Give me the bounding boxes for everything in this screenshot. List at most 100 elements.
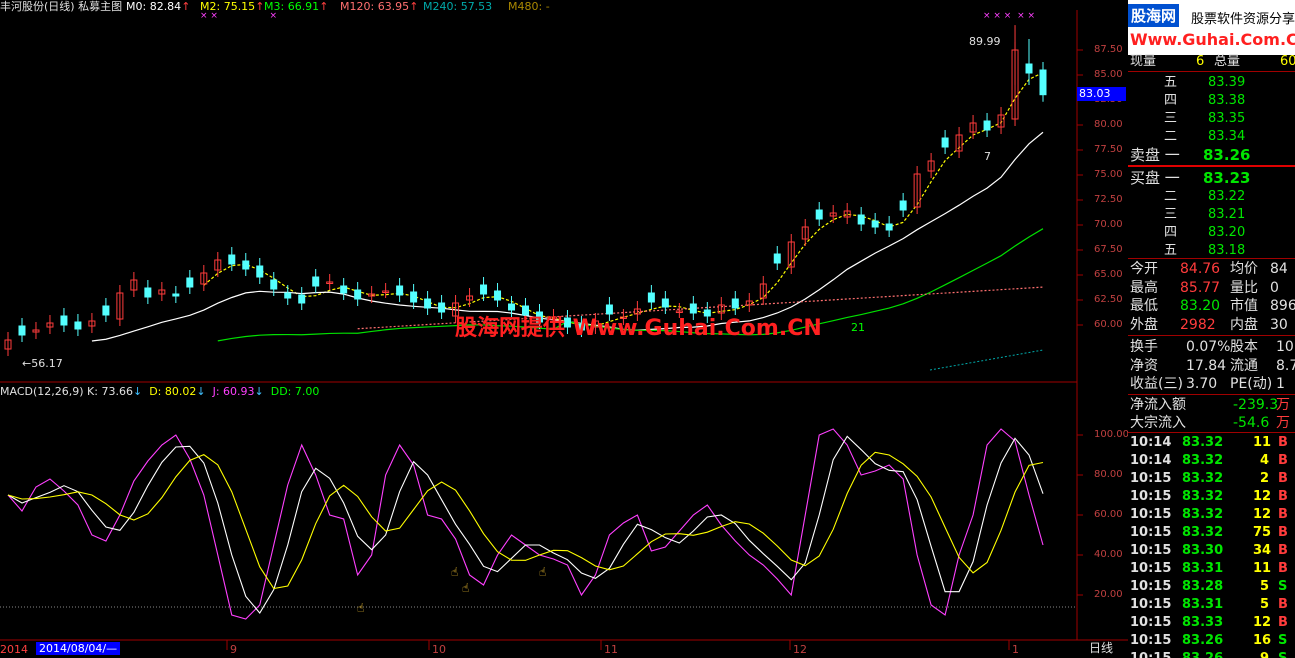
stat-value: 84.76 [1180,261,1221,277]
tick-side: B [1278,435,1288,450]
candle-body [731,298,739,309]
stat-label: 今开 [1130,261,1158,277]
tick-time: 10:15 [1130,489,1172,504]
tick-time: 10:15 [1130,561,1172,576]
date-cursor: 2014/08/04/— [36,642,121,655]
logo-slogan: 股票软件资源分享 [1191,12,1295,27]
stat-label: 换手 [1130,339,1158,355]
order-row: 四 83.20 [1128,224,1295,242]
tick-row: 10:14 83.32 11 B [1128,434,1295,452]
tick-volume: 16 [1253,633,1272,648]
price-tick: 72.50 [1094,194,1123,205]
candle-body [186,277,194,288]
candle-body [1039,69,1047,96]
month-label: 11 [604,643,618,656]
up-arrow-icon: ↑ [319,0,329,13]
candle-body [312,276,320,287]
order-price: 83.21 [1208,207,1246,222]
candle-body [647,292,655,303]
ma-label: M240: 57.53 [423,0,493,13]
hand-marker-icon: ☝ [539,565,547,579]
candle-body [941,137,949,148]
tick-price: 83.32 [1182,453,1224,468]
mark-x: × × × [200,11,277,21]
flow-unit: 万 [1276,397,1290,413]
tick-row: 10:15 83.26 16 S [1128,632,1295,650]
tick-time: 10:15 [1130,579,1172,594]
order-level: 五 [1164,75,1178,90]
order-level: 二 [1164,129,1178,144]
macd-tick: 80.00 [1094,469,1123,480]
macd-tick: 100.00 [1094,429,1129,440]
tick-price: 83.31 [1182,561,1224,576]
price-tick: 65.00 [1094,269,1123,280]
tick-time: 10:15 [1130,471,1172,486]
order-price: 83.38 [1208,93,1246,108]
tick-price: 83.32 [1182,435,1224,450]
tick-side: B [1278,453,1288,468]
tick-price: 83.32 [1182,489,1224,504]
price-tick: 77.50 [1094,144,1123,155]
tick-volume: 2 [1260,471,1270,486]
tick-price: 83.28 [1182,579,1224,594]
low-label: ←56.17 [22,357,63,370]
tick-volume: 11 [1253,435,1272,450]
tick-time: 10:15 [1130,543,1172,558]
stat-row: 今开 84.76 均价 84 [1128,260,1295,278]
candle-body [871,220,879,228]
tick-time: 10:15 [1130,597,1172,612]
stat-row: 收益(三) 3.70 PE(动) 1 [1128,375,1295,393]
stat-value: 896. [1270,298,1295,314]
tick-row: 10:15 83.32 12 B [1128,488,1295,506]
tick-price: 83.30 [1182,543,1224,558]
tick-volume: 34 [1253,543,1272,558]
tick-volume: 12 [1253,507,1272,522]
stat-row: 换手 0.07%股本 10. [1128,338,1295,356]
stat-value: 30 [1270,316,1288,333]
tick-side: B [1278,507,1288,522]
tick-price: 83.32 [1182,507,1224,522]
month-label: 10 [432,643,446,656]
month-label: 12 [793,643,807,656]
candle-body [18,325,26,336]
candle-body [410,291,418,303]
tick-row: 10:15 83.32 12 B [1128,506,1295,524]
tick-time: 10:14 [1130,435,1172,450]
stat-label: 收益(三) [1130,376,1183,392]
tick-price: 83.33 [1182,615,1224,630]
stat-row: 外盘 2982 内盘 30 [1128,316,1295,334]
stat-label: 量比 [1230,279,1258,296]
stat-label: 流通 [1230,357,1258,374]
order-level: 三 [1164,111,1178,126]
stat-value: 10. [1276,339,1295,355]
price-tick: 70.00 [1094,219,1123,230]
period-button[interactable]: 日线 [1089,642,1113,655]
candle-body [983,120,991,131]
tick-side: S [1278,633,1288,648]
order-row: 四 83.38 [1128,92,1295,110]
order-level: 三 [1164,207,1178,222]
tick-row: 10:14 83.32 4 B [1128,452,1295,470]
mark-x-right: × × × × × [983,11,1036,21]
flow-label: 净流入额 [1130,397,1186,413]
flow-label: 大宗流入 [1130,415,1186,431]
stat-row: 最高 85.77 量比 0 [1128,279,1295,297]
ma-label: M480: - [508,0,550,13]
macd-header: MACD(12,26,9) K: 73.66↓ D: 80.02↓ J: 60.… [0,385,320,398]
stock-title: 丰河股份(日线) 私募主图 [0,0,123,13]
stat-value: 83.20 [1180,298,1221,314]
candle-body [60,315,68,326]
stat-label: 净资 [1130,357,1158,374]
stat-value: 1 [1276,376,1285,392]
candle-body [494,290,502,301]
stat-label: 股本 [1230,339,1258,355]
order-price: 83.35 [1208,111,1246,126]
tick-time: 10:15 [1130,633,1172,648]
tick-side: B [1278,543,1288,558]
tick-time: 10:14 [1130,453,1172,468]
tick-volume: 12 [1253,615,1272,630]
candle-body [605,304,613,315]
order-level: 四 [1164,225,1178,240]
tick-row: 10:15 83.33 12 B [1128,614,1295,632]
tick-row: 10:15 83.32 75 B [1128,524,1295,542]
